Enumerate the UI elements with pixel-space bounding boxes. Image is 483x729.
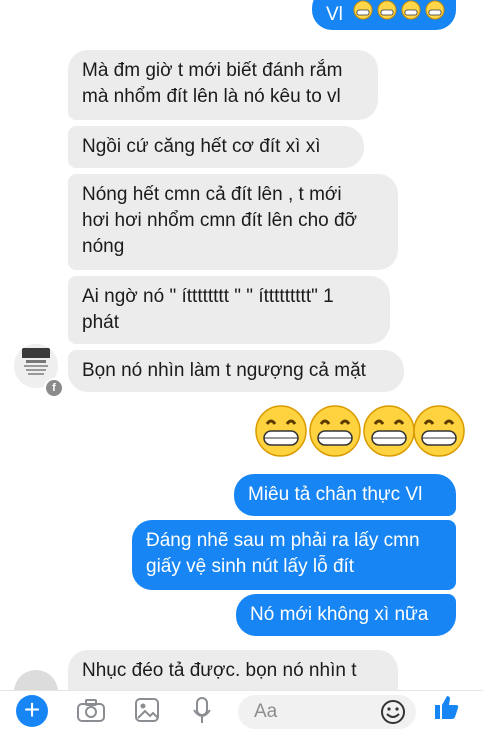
message-line: Nhục đéo tả được. bọn nó nhìn t (82, 660, 357, 681)
emoji-icon[interactable] (380, 699, 406, 725)
thumbs-up-icon[interactable] (432, 693, 460, 721)
message-line: Bọn nó nhìn làm t ngượng cả mặt (82, 360, 366, 381)
composer-bar: + Aa (0, 690, 483, 729)
message-bubble-outgoing: Đáng nhẽ sau m phải ra lấy cmn giấy vệ s… (132, 520, 456, 590)
message-line: Đáng nhẽ sau m phải ra lấy cmn (146, 530, 420, 551)
message-line: Mà đm giờ t mới biết đánh rắm (82, 60, 343, 81)
message-text: Vl (326, 4, 343, 25)
grinning-emoji-icon (363, 405, 415, 457)
message-bubble-incoming: Ngồi cứ căng hết cơ đít xì xì (68, 126, 364, 168)
message-bubble-incoming: Ai ngờ nó " ítttttttt " " íttttttttt" 1 … (68, 276, 390, 344)
message-line: Ai ngờ nó " ítttttttt " " íttttttttt" 1 (82, 286, 334, 307)
emoji-message (248, 404, 470, 460)
message-input[interactable]: Aa (238, 695, 416, 729)
message-line: phát (82, 312, 119, 333)
plus-icon[interactable]: + (16, 695, 48, 727)
message-line: nóng (82, 236, 125, 257)
message-bubble-incoming: Mà đm giờ t mới biết đánh rắm mà nhổm đí… (68, 50, 378, 120)
message-line: mà nhổm đít lên là nó kêu to vl (82, 86, 341, 107)
message-line: hơi hơi nhổm cmn đít lên cho đỡ (82, 210, 358, 231)
message-bubble-incoming: Bọn nó nhìn làm t ngượng cả mặt (68, 350, 404, 392)
message-line: giấy vệ sinh nút lấy lỗ đít (146, 556, 355, 577)
grinning-emoji-icon (353, 0, 445, 20)
gallery-icon[interactable] (134, 697, 160, 723)
grinning-emoji-icon (255, 405, 307, 457)
message-bubble-outgoing-top: Vl (312, 0, 456, 30)
message-bubble-outgoing: Nó mới không xì nữa (236, 594, 456, 636)
camera-icon[interactable] (76, 697, 106, 723)
message-line: Nóng hết cmn cả đít lên , t mới (82, 184, 342, 205)
message-line: Nó mới không xì nữa (250, 604, 429, 625)
message-bubble-incoming: Nóng hết cmn cả đít lên , t mới hơi hơi … (68, 174, 398, 270)
grinning-emoji-icon (413, 405, 465, 457)
message-line: Miêu tả chân thực Vl (248, 484, 423, 505)
message-line: Ngồi cứ căng hết cơ đít xì xì (82, 136, 321, 157)
facebook-badge-icon: f (44, 378, 64, 398)
mic-icon[interactable] (192, 697, 212, 725)
message-bubble-outgoing: Miêu tả chân thực Vl (234, 474, 456, 516)
grinning-emoji-icon (309, 405, 361, 457)
